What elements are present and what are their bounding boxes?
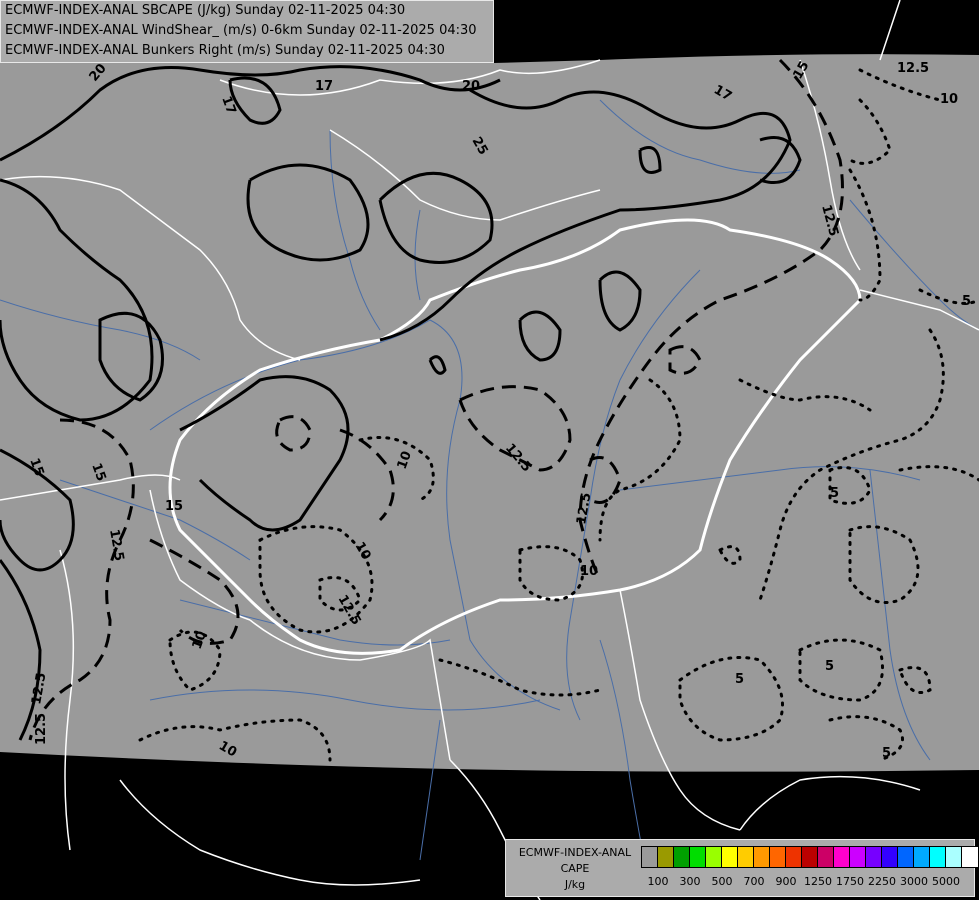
- legend-swatch: [674, 847, 690, 867]
- title-bunkers: ECMWF-INDEX-ANAL Bunkers Right (m/s) Sun…: [5, 43, 445, 58]
- legend-tick-label: 900: [775, 875, 797, 888]
- contour-label: 5: [962, 294, 971, 309]
- contour-label: 20: [462, 79, 480, 94]
- legend-swatch: [690, 847, 706, 867]
- legend-swatch: [786, 847, 802, 867]
- legend-swatch: [930, 847, 946, 867]
- legend-tick-label: 3000: [900, 875, 928, 888]
- legend-swatch: [706, 847, 722, 867]
- legend-swatch: [738, 847, 754, 867]
- title-sbcape: ECMWF-INDEX-ANAL SBCAPE (J/kg) Sunday 02…: [5, 3, 406, 18]
- legend-swatch: [850, 847, 866, 867]
- legend-swatch: [898, 847, 914, 867]
- legend-tick-label: 5000: [932, 875, 960, 888]
- legend-swatch: [770, 847, 786, 867]
- contour-label: 12.5: [34, 713, 49, 745]
- weather-map: 20 17 20 17 25 15 12.5 10 12.5 12.5 17 1…: [0, 0, 979, 900]
- legend-title-units: J/kg: [564, 878, 586, 891]
- contour-label: 12.5: [897, 61, 929, 76]
- cape-legend: ECMWF-INDEX-ANAL CAPE J/kg 100 300 500 700 9…: [505, 839, 979, 897]
- legend-tick-label: 1250: [804, 875, 832, 888]
- contour-label: 5: [735, 672, 744, 687]
- legend-swatch: [834, 847, 850, 867]
- contour-label: 5: [882, 746, 891, 761]
- legend-swatch: [658, 847, 674, 867]
- legend-tick-label: 100: [647, 875, 669, 888]
- legend-swatch: [722, 847, 738, 867]
- legend-tick-label: 300: [679, 875, 701, 888]
- legend-title-variable: CAPE: [560, 862, 590, 875]
- legend-tick-label: 500: [711, 875, 733, 888]
- legend-swatch: [962, 847, 978, 867]
- title-windshear: ECMWF-INDEX-ANAL WindShear_ (m/s) 0-6km …: [5, 23, 477, 38]
- legend-swatch: [642, 847, 658, 867]
- legend-swatch: [754, 847, 770, 867]
- contour-label: 15: [165, 499, 183, 514]
- legend-tick-label: 1750: [836, 875, 864, 888]
- legend-swatch: [882, 847, 898, 867]
- contour-label: 5: [825, 659, 834, 674]
- contour-label: 10: [580, 564, 598, 579]
- contour-label: 10: [940, 92, 958, 107]
- map-title-box: ECMWF-INDEX-ANAL SBCAPE (J/kg) Sunday 02…: [0, 0, 494, 63]
- legend-swatch: [914, 847, 930, 867]
- legend-color-scale: [641, 846, 979, 868]
- legend-tick-label: 700: [743, 875, 765, 888]
- legend-swatch: [946, 847, 962, 867]
- legend-tick-label: 2250: [868, 875, 896, 888]
- contour-label: 17: [315, 79, 333, 94]
- legend-swatch: [866, 847, 882, 867]
- legend-swatch: [802, 847, 818, 867]
- contour-label: 5: [830, 486, 839, 501]
- legend-swatch: [818, 847, 834, 867]
- legend-title-source: ECMWF-INDEX-ANAL: [518, 846, 632, 859]
